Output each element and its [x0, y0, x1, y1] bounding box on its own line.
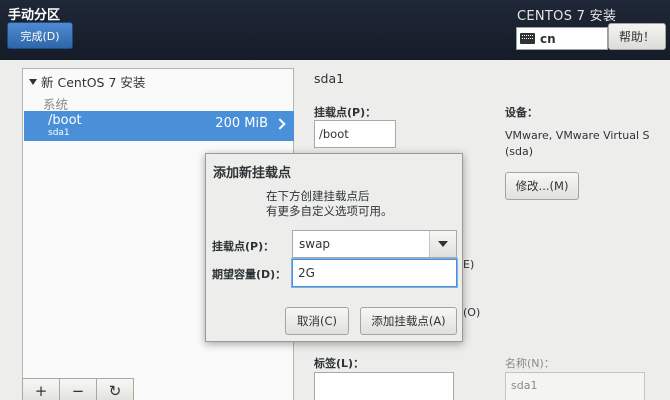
dialog-description-line-1: 在下方创建挂载点后 [266, 189, 370, 203]
mount-point-device: sda1 [48, 128, 70, 138]
name-field[interactable]: sda1 [505, 372, 645, 400]
selected-partition-title: sda1 [314, 71, 345, 86]
chevron-right-icon [274, 118, 286, 130]
os-group-label: 新 CentOS 7 安装 [41, 75, 146, 90]
top-bar: 手动分区 完成(D) CENTOS 7 安装 cn 帮助！ [0, 0, 670, 60]
dialog-description-line-2: 有更多自定义选项可用。 [266, 204, 393, 218]
keyboard-icon [520, 33, 535, 44]
name-field-label: 名称(N)： [505, 357, 555, 370]
modify-button[interactable]: 修改...(M) [505, 172, 579, 200]
dialog-mount-point-label: 挂载点(P)： [212, 240, 275, 253]
mount-point-name: /boot [48, 113, 82, 128]
mount-point-row-boot[interactable]: /boot sda1 200 MiB [24, 111, 294, 141]
device-description: VMware, VMware Virtual S (sda) [505, 129, 650, 158]
label-field[interactable] [314, 372, 454, 400]
mount-point-size: 200 MiB [215, 116, 268, 131]
desired-capacity-input[interactable]: 2G [292, 259, 457, 287]
cancel-button[interactable]: 取消(C) [285, 307, 349, 335]
expand-triangle-icon [29, 78, 37, 85]
mount-point-toolbar: + − ↻ [22, 378, 134, 400]
page-title: 手动分区 [8, 8, 61, 23]
done-button[interactable]: 完成(D) [7, 22, 73, 49]
remove-mount-point-button[interactable]: − [59, 378, 97, 400]
product-title: CENTOS 7 安装 [517, 9, 617, 24]
dialog-title: 添加新挂载点 [213, 166, 292, 181]
mount-point-combobox-value[interactable]: swap [293, 237, 429, 251]
mount-point-label: 挂载点(P)： [314, 106, 377, 119]
add-mount-point-confirm-button[interactable]: 添加挂载点(A) [360, 307, 457, 335]
dialog-description: 在下方创建挂载点后 有更多自定义选项可用。 [266, 189, 456, 219]
add-mount-point-dialog: 添加新挂载点 在下方创建挂载点后 有更多自定义选项可用。 挂载点(P)： swa… [205, 153, 463, 342]
label-field-label: 标签(L)： [314, 357, 365, 370]
partial-label-e: E) [463, 258, 475, 271]
partial-label-o: (O) [463, 306, 481, 319]
combobox-dropdown-button[interactable] [429, 231, 456, 257]
desired-capacity-label: 期望容量(D)： [212, 268, 287, 281]
mount-point-field[interactable]: /boot [314, 120, 396, 148]
device-label: 设备： [505, 106, 538, 119]
mount-point-combobox[interactable]: swap [292, 230, 457, 258]
chevron-down-icon [438, 241, 448, 247]
help-button[interactable]: 帮助！ [608, 23, 666, 50]
refresh-button[interactable]: ↻ [96, 378, 134, 400]
keyboard-layout-indicator[interactable]: cn [516, 27, 608, 50]
add-mount-point-button[interactable]: + [22, 378, 60, 400]
os-group-header[interactable]: 新 CentOS 7 安装 [29, 72, 145, 91]
keyboard-layout-label: cn [540, 31, 556, 46]
